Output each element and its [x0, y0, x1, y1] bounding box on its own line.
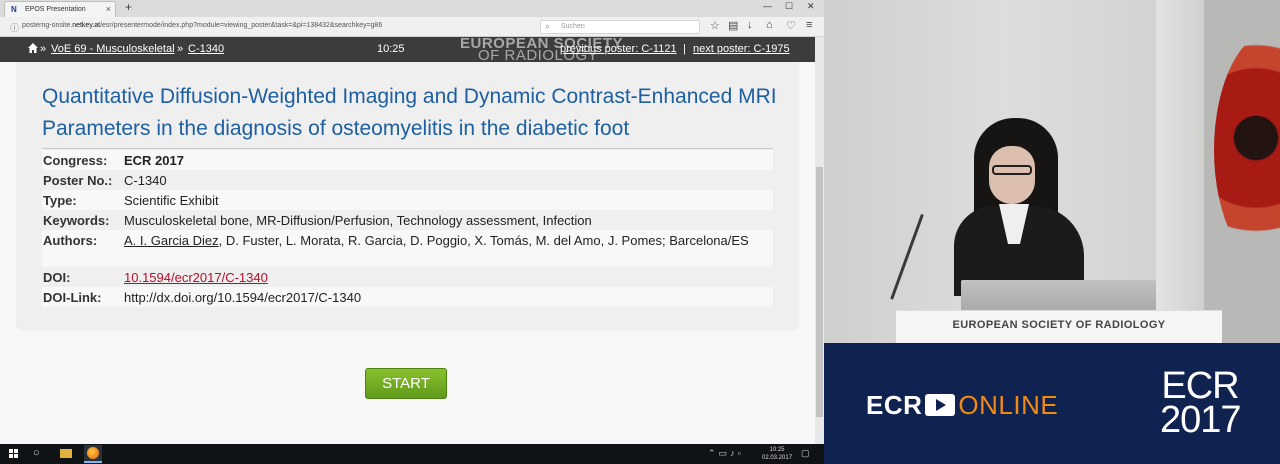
url-prefix: posterng-onsite.: [22, 22, 73, 29]
file-explorer-icon[interactable]: [60, 449, 72, 458]
system-tray-icons[interactable]: ⌃▭♪▫: [708, 448, 744, 459]
congress-label: Congress:: [43, 153, 108, 168]
url-domain: netkey.at: [72, 22, 101, 29]
online-text: ONLINE: [958, 390, 1059, 420]
info-row-authors: Authors: A. I. Garcia Diez, D. Fuster, L…: [42, 230, 773, 267]
info-row-keywords: Keywords: Musculoskeletal bone, MR-Diffu…: [42, 210, 773, 230]
doi-link[interactable]: 10.1594/ecr2017/C-1340: [124, 269, 764, 286]
search-input[interactable]: ⌕ Suchen: [540, 20, 700, 34]
download-icon[interactable]: ↓: [747, 19, 753, 31]
site-info-icon[interactable]: ⓘ: [10, 21, 19, 34]
browser-tab-bar: N EPOS Presentation × + — ☐ ✕: [0, 0, 824, 17]
home-button-icon[interactable]: ⌂: [766, 19, 773, 31]
screen-capture: N EPOS Presentation × + — ☐ ✕ ⓘ posterng…: [0, 0, 824, 464]
speaker-glasses: [992, 165, 1032, 175]
other-authors: , D. Fuster, L. Morata, R. Garcia, D. Po…: [218, 233, 749, 248]
poster-no-label: Poster No.:: [43, 173, 113, 188]
stage-pillar: [1156, 0, 1206, 343]
next-poster-link[interactable]: next poster: C-1975: [693, 43, 790, 55]
breadcrumb-session[interactable]: VoE 69 - Musculoskeletal: [51, 43, 175, 55]
search-taskbar-icon[interactable]: ○: [33, 447, 40, 459]
divider: [42, 148, 773, 149]
poster-navigation-header: » VoE 69 - Musculoskeletal » C-1340 10:2…: [0, 36, 815, 63]
maximize-icon[interactable]: ☐: [785, 1, 793, 12]
speaker: [954, 118, 1084, 296]
reading-list-icon[interactable]: ▤: [728, 19, 738, 32]
scrollbar-thumb[interactable]: [816, 167, 823, 417]
authors-value: A. I. Garcia Diez, D. Fuster, L. Morata,…: [124, 232, 764, 249]
search-placeholder: Suchen: [561, 23, 585, 30]
menu-icon[interactable]: ≡: [806, 19, 812, 31]
ecr-year-label: ECR: [1161, 365, 1239, 407]
info-row-doi-link: DOI-Link: http://dx.doi.org/10.1594/ecr2…: [42, 287, 773, 307]
browser-tab[interactable]: N EPOS Presentation ×: [4, 1, 116, 17]
notifications-icon[interactable]: ▢: [801, 448, 810, 459]
info-row-type: Type: Scientific Exhibit: [42, 190, 773, 210]
url-path: /esr/presentermode/index.php?module=view…: [100, 22, 383, 29]
bookmark-star-icon[interactable]: ☆: [710, 19, 720, 32]
clock: 10:25: [377, 43, 405, 55]
type-value: Scientific Exhibit: [124, 193, 219, 208]
play-icon: [925, 394, 956, 417]
doi-link-label: DOI-Link:: [43, 290, 102, 305]
poster-content: Quantitative Diffusion-Weighted Imaging …: [0, 62, 815, 444]
windows-start-icon[interactable]: [9, 449, 19, 459]
ecr-online-banner: ECR ONLINE ECR 2017: [824, 343, 1280, 464]
ecr-year-number: 2017: [1160, 399, 1242, 441]
windows-taskbar: ○ ⌃▭♪▫ 10:25 02.03.2017 ▢: [0, 444, 824, 464]
recording-frame: N EPOS Presentation × + — ☐ ✕ ⓘ posterng…: [0, 0, 1280, 464]
keywords-value: Musculoskeletal bone, MR-Diffusion/Perfu…: [124, 213, 592, 228]
info-row-poster-no: Poster No.: C-1340: [42, 170, 773, 190]
info-row-doi: DOI: 10.1594/ecr2017/C-1340: [42, 267, 773, 287]
start-button[interactable]: START: [365, 368, 447, 399]
previous-poster-link[interactable]: previous poster: C-1121: [560, 43, 677, 55]
podium-label: EUROPEAN SOCIETY OF RADIOLOGY: [952, 319, 1166, 331]
keywords-label: Keywords:: [43, 213, 110, 228]
taskbar-clock[interactable]: 10:25 02.03.2017: [762, 446, 792, 462]
window-close-icon[interactable]: ✕: [807, 1, 815, 12]
pocket-icon[interactable]: ♡: [786, 19, 796, 32]
decor-flower: [1204, 0, 1280, 343]
breadcrumb-separator: »: [40, 43, 47, 55]
poster-no-value: C-1340: [124, 173, 167, 188]
taskbar-time: 10:25: [769, 447, 785, 453]
search-icon: ⌕: [545, 21, 551, 31]
doi-label: DOI:: [43, 270, 71, 285]
nav-separator: |: [683, 43, 686, 55]
breadcrumb-separator: »: [177, 43, 184, 55]
tab-favicon-icon: N: [11, 5, 17, 14]
tab-close-icon[interactable]: ×: [106, 4, 111, 14]
taskbar-date: 02.03.2017: [762, 455, 793, 461]
type-label: Type:: [43, 193, 77, 208]
home-icon[interactable]: [28, 43, 38, 53]
laptop: [961, 280, 1156, 312]
ecr-text: ECR: [866, 390, 923, 420]
speaker-face: [989, 146, 1035, 204]
poster-title: Quantitative Diffusion-Weighted Imaging …: [42, 85, 777, 140]
congress-value: ECR 2017: [124, 153, 184, 168]
ecr-online-logo: ECR ONLINE: [866, 390, 1058, 421]
page-scrollbar[interactable]: [815, 37, 824, 444]
browser-nav-bar: ⓘ posterng-onsite.netkey.at/esr/presente…: [0, 17, 824, 37]
firefox-icon[interactable]: [84, 445, 102, 463]
doi-url-value: http://dx.doi.org/10.1594/ecr2017/C-1340: [124, 290, 362, 305]
podium: EUROPEAN SOCIETY OF RADIOLOGY: [896, 310, 1222, 343]
breadcrumb-poster[interactable]: C-1340: [188, 43, 224, 55]
minimize-icon[interactable]: —: [763, 1, 772, 11]
speaker-video: EUROPEAN SOCIETY OF RADIOLOGY ECR ONLINE …: [824, 0, 1280, 464]
new-tab-icon[interactable]: +: [125, 0, 132, 14]
tab-title: EPOS Presentation: [25, 6, 86, 13]
address-bar[interactable]: posterng-onsite.netkey.at/esr/presenterm…: [22, 22, 382, 29]
authors-label: Authors:: [43, 233, 98, 248]
first-author-link[interactable]: A. I. Garcia Diez: [124, 233, 219, 248]
info-row-congress: Congress: ECR 2017: [42, 150, 773, 170]
ecr-2017-logo: ECR 2017: [1160, 365, 1242, 441]
